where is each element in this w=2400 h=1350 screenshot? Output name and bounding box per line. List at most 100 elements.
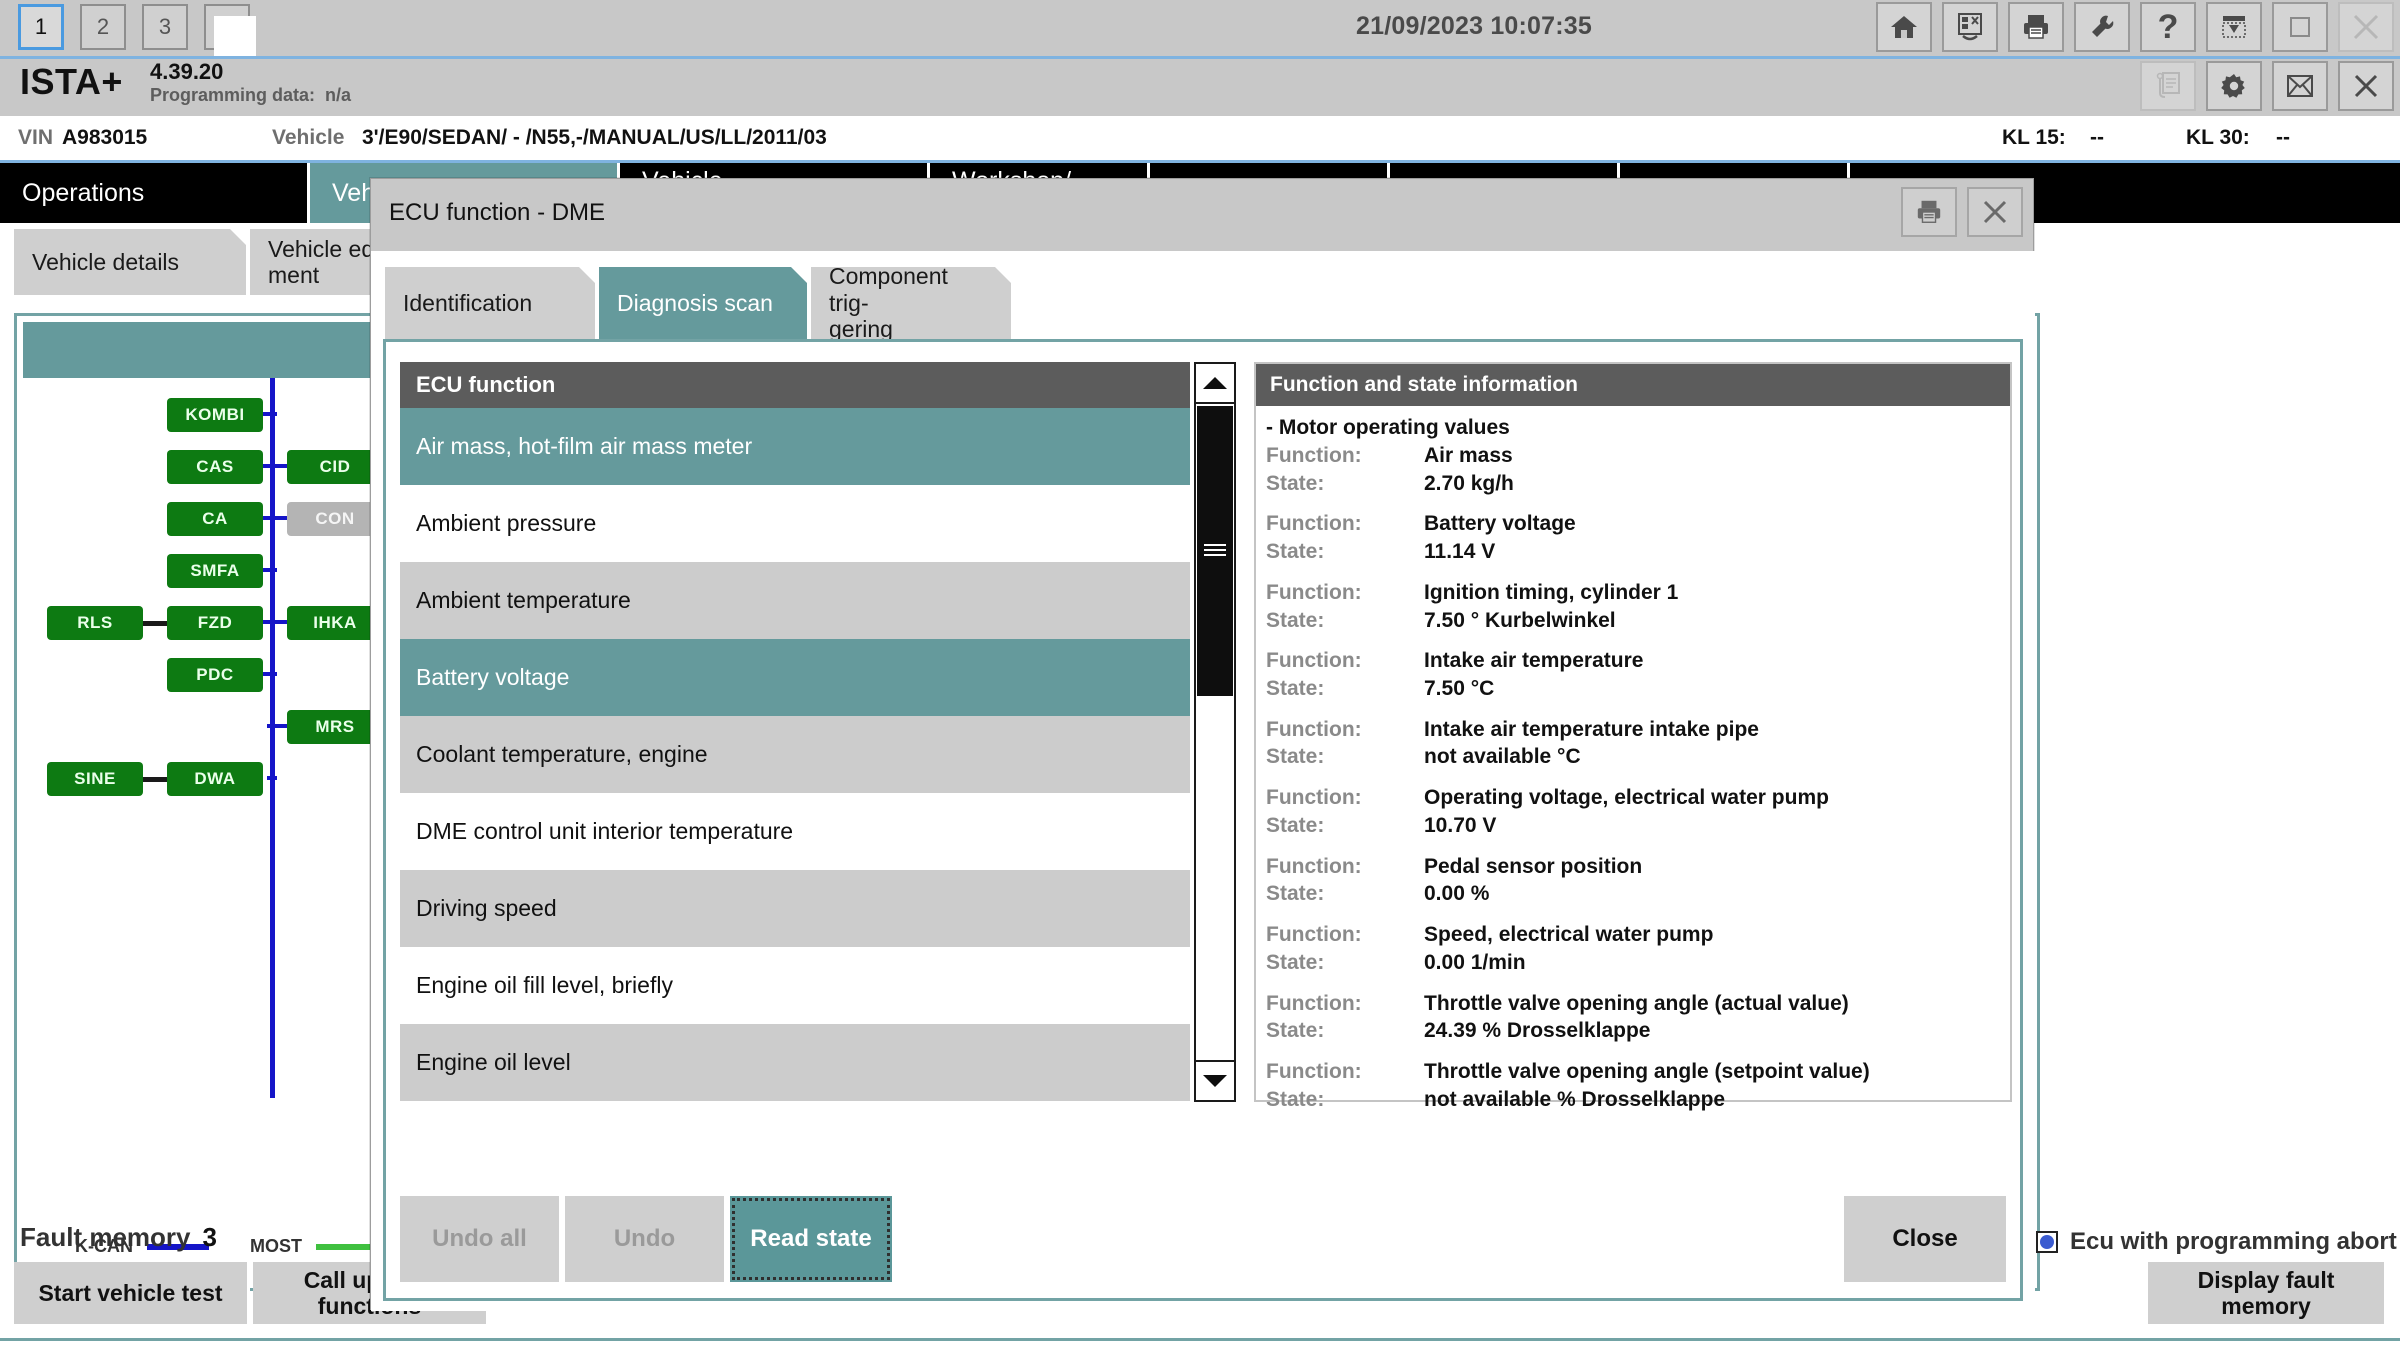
list-item-label: Air mass, hot-film air mass meter [416, 433, 753, 459]
ecu-node-pdc[interactable]: PDC [167, 658, 263, 692]
ecu-node-ca[interactable]: CA [167, 502, 263, 536]
scroll-down-icon[interactable] [1196, 1060, 1234, 1100]
info-state-line: State: 0.00 % [1266, 880, 2010, 908]
undo-all-button[interactable]: Undo all [400, 1196, 562, 1282]
state-label: State: [1266, 677, 1325, 701]
list-item[interactable]: Engine oil fill level, briefly [400, 947, 1190, 1024]
list-item[interactable]: Engine oil level [400, 1024, 1190, 1101]
function-label: Function: [1266, 991, 1362, 1015]
scroll-up-icon[interactable] [1196, 364, 1234, 404]
dialog-body: Identification Diagnosis scan Component … [371, 251, 2035, 1311]
state-label: State: [1266, 1087, 1325, 1111]
diagnosis-scan-panel: ECU function Air mass, hot-film air mass… [383, 339, 2023, 1301]
print-icon[interactable] [2008, 2, 2064, 52]
mail-icon[interactable] [2272, 61, 2328, 111]
fault-memory-label: Fault memory [20, 1222, 191, 1252]
maximize-icon[interactable] [2272, 2, 2328, 52]
state-label: State: [1266, 540, 1325, 564]
list-icon[interactable] [204, 4, 256, 115]
ecu-node-fzd[interactable]: FZD [167, 606, 263, 640]
ecu-node-ihka[interactable]: IHKA [287, 606, 383, 640]
function-value: Intake air temperature intake pipe [1424, 717, 1759, 741]
list-item-label: Coolant temperature, engine [416, 741, 708, 767]
info-function-line: Function: Intake air temperature [1266, 647, 2010, 675]
ecu-node-kombi[interactable]: KOMBI [167, 398, 263, 432]
scroll-thumb-grip [1204, 544, 1226, 558]
start-vehicle-test-button[interactable]: Start vehicle test [14, 1262, 250, 1324]
list-item[interactable]: Engine oil pressure [400, 1101, 1190, 1102]
scrollbar-thumb[interactable] [1197, 406, 1233, 696]
help-icon[interactable]: ? [2140, 2, 2196, 52]
function-value: Ignition timing, cylinder 1 [1424, 580, 1679, 604]
list-item[interactable]: DME control unit interior temperature [400, 793, 1190, 870]
tab-diagnosis-scan[interactable]: Diagnosis scan [599, 267, 807, 339]
state-label: State: [1266, 882, 1325, 906]
list-item[interactable]: Coolant temperature, engine [400, 716, 1190, 793]
connect-vehicle-icon[interactable] [2140, 61, 2196, 111]
vehicle-identification-icon[interactable] [1942, 2, 1998, 52]
list-item[interactable]: Ambient temperature [400, 562, 1190, 639]
function-state-information-body: - Motor operating values Function: Air ma… [1256, 406, 2010, 1113]
display-fault-memory-label: Display fault memory [2197, 1266, 2335, 1319]
ecu-node-rls[interactable]: RLS [47, 606, 143, 640]
sub-tab-vehicle-details[interactable]: Vehicle details [14, 229, 246, 295]
function-value: Speed, electrical water pump [1424, 923, 1714, 947]
close-icon[interactable] [2338, 61, 2394, 111]
gear-icon[interactable] [2206, 61, 2262, 111]
close-button[interactable]: Close [1844, 1196, 2006, 1282]
ecu-function-list-scrollbar[interactable] [1194, 362, 1236, 1102]
ecu-node-sine[interactable]: SINE [47, 762, 143, 796]
bus-stub [263, 672, 277, 676]
state-label: State: [1266, 608, 1325, 632]
bus-stub [263, 568, 277, 572]
ecu-programming-abort-label: Ecu with programming abort [2070, 1228, 2397, 1255]
app-banner: ISTA+ 4.39.20 Programming data: n/a [0, 59, 2400, 116]
info-record: Function: Intake air temperature State: 7.… [1266, 647, 2010, 702]
ecu-node-cid[interactable]: CID [287, 450, 383, 484]
tab-component-triggering[interactable]: Component trig- gering [811, 267, 1011, 339]
state-value: 10.70 V [1424, 813, 1497, 837]
ecu-node-mrs[interactable]: MRS [287, 710, 383, 744]
tab-identification[interactable]: Identification [385, 267, 595, 339]
close-icon[interactable] [1967, 187, 2023, 237]
home-icon[interactable] [1876, 2, 1932, 52]
display-fault-memory-button[interactable]: Display fault memory [2148, 1262, 2384, 1324]
ecu-node-label: DWA [194, 769, 236, 788]
ecu-node-dwa[interactable]: DWA [167, 762, 263, 796]
function-label: Function: [1266, 580, 1362, 604]
page-tab-1-label: 1 [34, 14, 48, 39]
list-item[interactable]: Ambient pressure [400, 485, 1190, 562]
page-tab-2[interactable]: 2 [80, 4, 126, 50]
read-state-button[interactable]: Read state [730, 1196, 892, 1282]
vin-value: A983015 [62, 126, 148, 149]
nav-tab-operations[interactable]: Operations [0, 163, 310, 223]
function-label: Function: [1266, 923, 1362, 947]
page-tab-3[interactable]: 3 [142, 4, 188, 50]
page-tab-1[interactable]: 1 [18, 4, 64, 50]
state-value: 24.39 % Drosselklappe [1424, 1019, 1651, 1043]
wrench-icon[interactable] [2074, 2, 2130, 52]
state-value: 7.50 °C [1424, 677, 1495, 701]
info-function-line: Function: Intake air temperature intake p… [1266, 716, 2010, 744]
ecu-node-smfa[interactable]: SMFA [167, 554, 263, 588]
info-record: Function: Speed, electrical water pump S… [1266, 921, 2010, 976]
info-function-line: Function: Air mass [1266, 442, 2010, 470]
list-item[interactable]: Driving speed [400, 870, 1190, 947]
ecu-node-label: RLS [77, 613, 113, 632]
info-record: Function: Air mass State: 2.70 kg/h [1266, 442, 2010, 497]
dialog-action-row: Undo all Undo Read state Close [400, 1196, 2006, 1282]
ecu-node-cas[interactable]: CAS [167, 450, 263, 484]
info-state-line: State: 7.50 °C [1266, 675, 2010, 703]
print-icon[interactable] [1901, 187, 1957, 237]
list-item[interactable]: Battery voltage [400, 639, 1190, 716]
info-function-line: Function: Battery voltage [1266, 510, 2010, 538]
close-icon[interactable] [2338, 2, 2394, 52]
list-item[interactable]: Air mass, hot-film air mass meter [400, 408, 1190, 485]
state-value: 2.70 kg/h [1424, 471, 1514, 495]
list-item-label: Battery voltage [416, 664, 570, 690]
start-vehicle-test-label: Start vehicle test [38, 1279, 223, 1306]
undo-button[interactable]: Undo [565, 1196, 727, 1282]
ecu-node-con[interactable]: CON [287, 502, 383, 536]
minimize-to-tray-icon[interactable] [2206, 2, 2262, 52]
legend-item-most: MOST [250, 1236, 378, 1257]
